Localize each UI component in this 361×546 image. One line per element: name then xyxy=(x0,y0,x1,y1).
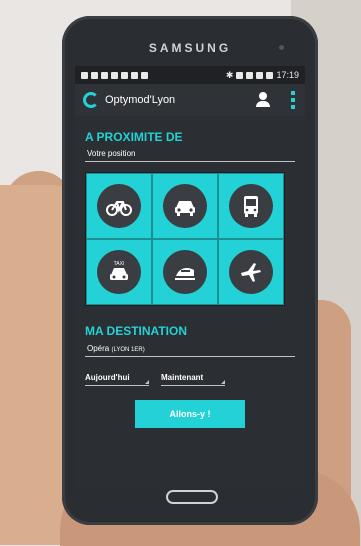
twitter-icon xyxy=(141,71,148,79)
status-bar: ✱ 17:19 xyxy=(75,66,305,84)
wifi-icon xyxy=(246,71,254,79)
download-icon xyxy=(131,71,138,79)
mode-bike-cell[interactable] xyxy=(86,173,152,239)
image-icon xyxy=(111,71,118,79)
app-title: Optymod'Lyon xyxy=(105,94,176,106)
notification-icons xyxy=(81,71,148,79)
location-icon xyxy=(101,71,108,79)
bluetooth-icon: ✱ xyxy=(225,69,234,80)
calendar-icon xyxy=(91,71,98,79)
departure-selectors: Aujourd'hui Maintenant xyxy=(85,373,295,386)
position-field[interactable]: Votre position xyxy=(85,144,295,162)
day-select[interactable]: Aujourd'hui xyxy=(85,373,149,386)
app-screen: ✱ 17:19 Optymod'Lyon A PROXIMITE DE Votr… xyxy=(75,66,305,488)
destination-field[interactable]: Opéra (LYON 1ER) xyxy=(85,338,295,357)
battery-icon xyxy=(266,71,274,79)
image-icon xyxy=(121,71,128,79)
home-button[interactable] xyxy=(166,490,218,504)
mail-icon xyxy=(81,71,88,79)
destination-value: Opéra xyxy=(87,344,110,353)
bike-icon xyxy=(106,201,132,216)
nearby-title: A PROXIMITE DE xyxy=(85,130,183,144)
train-icon xyxy=(175,268,195,280)
car-icon xyxy=(175,201,195,216)
main-content: A PROXIMITE DE Votre position TAXI MA DE… xyxy=(75,130,305,428)
time-select[interactable]: Maintenant xyxy=(161,373,225,386)
signal-icon xyxy=(256,71,264,79)
overflow-menu-icon[interactable] xyxy=(291,91,295,109)
app-bar: Optymod'Lyon xyxy=(75,84,305,116)
bus-icon xyxy=(244,196,258,217)
go-button[interactable]: Allons-y ! xyxy=(135,400,245,428)
destination-title: MA DESTINATION xyxy=(85,324,187,338)
mode-taxi-cell[interactable]: TAXI xyxy=(86,239,152,305)
taxi-icon: TAXI xyxy=(110,261,128,280)
transport-mode-grid: TAXI xyxy=(85,172,285,306)
taxi-badge: TAXI xyxy=(114,261,125,267)
front-camera xyxy=(279,45,284,50)
mute-icon xyxy=(236,71,244,79)
mode-bus-cell[interactable] xyxy=(218,173,284,239)
mode-car-cell[interactable] xyxy=(152,173,218,239)
status-time: 17:19 xyxy=(276,70,299,80)
mode-plane-cell[interactable] xyxy=(218,239,284,305)
app-logo-icon xyxy=(83,92,99,108)
mode-train-cell[interactable] xyxy=(152,239,218,305)
destination-district: (LYON 1ER) xyxy=(111,347,145,353)
user-icon[interactable] xyxy=(255,92,271,108)
phone-device: SAMSUNG ✱ 17:19 Optymod'Lyon A PROXIMITE… xyxy=(62,16,318,525)
plane-icon xyxy=(241,263,261,282)
system-icons: ✱ 17:19 xyxy=(226,70,299,81)
